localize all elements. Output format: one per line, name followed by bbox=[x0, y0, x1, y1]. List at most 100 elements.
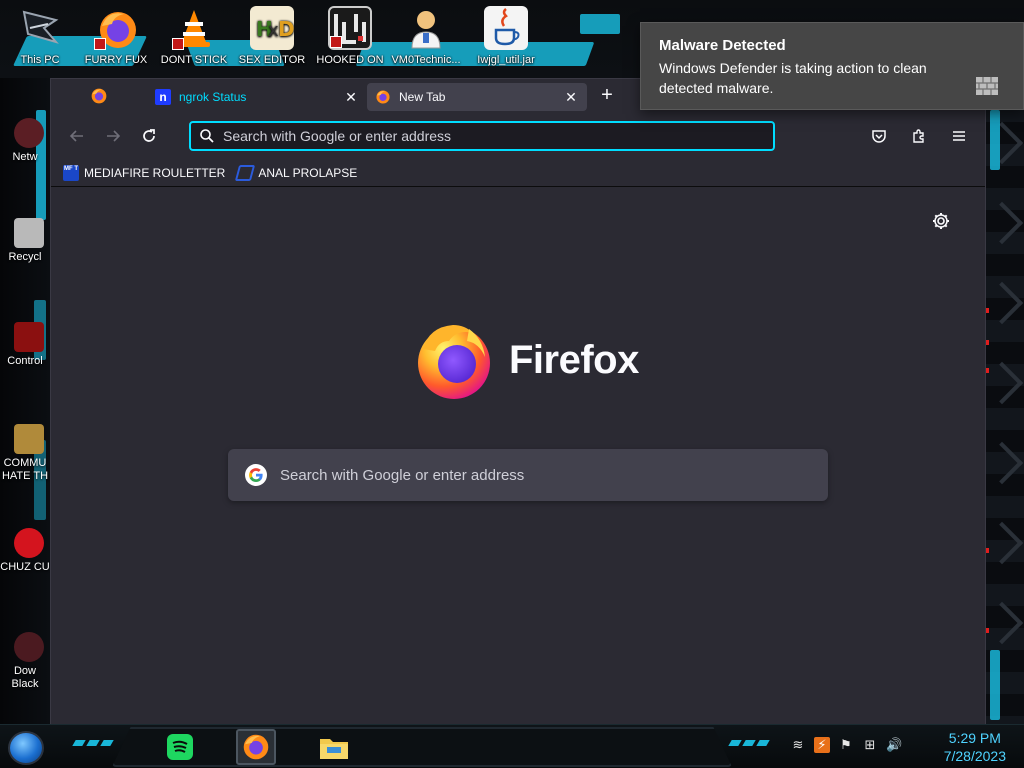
new-tab-search-input[interactable] bbox=[280, 466, 812, 484]
bookmark-label: ANAL PROLAPSE bbox=[258, 165, 358, 180]
arrow-right-icon bbox=[107, 130, 121, 142]
clock-date: 7/28/2023 bbox=[943, 748, 1006, 764]
notification-body: Windows Defender is taking action to cle… bbox=[659, 60, 927, 96]
bookmark-mediafire-rouletter[interactable]: MF T MEDIAFIRE ROULETTER bbox=[63, 164, 225, 181]
desktop-icon-label: Dow Black bbox=[11, 665, 39, 690]
desktop-icon-sex-editor[interactable]: HxD SEX EDITOR bbox=[236, 6, 308, 66]
taskbar: ≋ ⚡ ⚑ ⊞ 🔊 5:29 PM 7/28/2023 bbox=[0, 724, 1024, 768]
google-icon bbox=[245, 464, 267, 486]
control-panel-icon bbox=[14, 322, 44, 352]
desktop-icon-label: This PC bbox=[20, 54, 60, 66]
extensions-button[interactable] bbox=[901, 120, 937, 152]
taskbar-decor-dots bbox=[728, 740, 770, 746]
personalize-button[interactable] bbox=[931, 211, 951, 231]
desktop-icon-label: HOOKED ON bbox=[316, 54, 384, 66]
desktop-icon-download-black[interactable]: Dow Black bbox=[0, 632, 50, 691]
firefox-icon bbox=[91, 88, 107, 104]
action-center-flag-icon[interactable]: ⚑ bbox=[838, 737, 854, 753]
tab-title: ngrok Status bbox=[179, 90, 247, 104]
wallpaper-chevron bbox=[980, 521, 1024, 565]
desktop-icon-this-pc[interactable]: This PC bbox=[4, 6, 76, 66]
firefox-view-button[interactable] bbox=[51, 79, 147, 113]
address-input[interactable] bbox=[223, 128, 765, 144]
firefox-brand: Firefox bbox=[413, 319, 639, 401]
desktop-icon-label: DONT STICK bbox=[160, 54, 228, 66]
desktop-icon-label: Control bbox=[7, 355, 43, 367]
search-icon bbox=[200, 129, 214, 143]
desktop-icon-label: Iwjgl_util.jar bbox=[477, 54, 535, 66]
money-bag-icon bbox=[14, 424, 44, 454]
desktop-icon-label: COMMU HATE TH bbox=[1, 457, 49, 482]
firefox-wordmark: Firefox bbox=[509, 337, 639, 382]
mediafire-icon: MF T bbox=[63, 164, 79, 181]
new-tab-search-box[interactable] bbox=[228, 449, 828, 501]
desktop-icon-vm0technic[interactable]: VM0Technic... bbox=[390, 6, 462, 66]
tab-ngrok-status[interactable]: n ngrok Status ✕ bbox=[147, 83, 367, 111]
desktop-icon-network[interactable]: Netw bbox=[0, 118, 50, 163]
wallpaper-chevron bbox=[980, 601, 1024, 645]
desktop-icon-label: Netw bbox=[12, 151, 38, 163]
shortcut-badge bbox=[94, 38, 106, 50]
taskbar-firefox[interactable] bbox=[236, 729, 276, 765]
firefox-icon bbox=[243, 734, 269, 760]
desktop-icon-label: FURRY FUX bbox=[84, 54, 148, 66]
desktop-icon-recycle-bin[interactable]: Recycl bbox=[0, 218, 50, 263]
volume-icon[interactable]: 🔊 bbox=[886, 737, 902, 753]
doctor-avatar-icon bbox=[404, 6, 448, 50]
app-menu-button[interactable] bbox=[941, 120, 977, 152]
wallpaper-accent bbox=[990, 650, 1000, 720]
back-button[interactable] bbox=[59, 120, 95, 152]
network-icon bbox=[14, 118, 44, 148]
desktop-icon-commu[interactable]: COMMU HATE TH bbox=[0, 424, 50, 483]
taskbar-clock[interactable]: 5:29 PM 7/28/2023 bbox=[944, 729, 1006, 765]
taskbar-file-explorer[interactable] bbox=[314, 729, 354, 765]
desktop-icon-chuz[interactable]: CHUZ CU bbox=[0, 528, 50, 574]
malware-notification[interactable]: Malware Detected Windows Defender is tak… bbox=[640, 22, 1024, 110]
desktop-icon-control-panel[interactable]: Control bbox=[0, 322, 50, 367]
vlc-icon bbox=[172, 6, 216, 50]
tray-overflow-icon[interactable]: ≋ bbox=[790, 737, 806, 753]
bookmarks-toolbar: MF T MEDIAFIRE ROULETTER ANAL PROLAPSE bbox=[51, 159, 985, 187]
desktop-icon-hooked-on[interactable]: HOOKED ON bbox=[314, 6, 386, 66]
firefox-icon bbox=[94, 6, 138, 50]
close-tab-icon[interactable]: ✕ bbox=[563, 89, 579, 105]
firefox-icon bbox=[376, 90, 390, 104]
new-tab-page: Firefox bbox=[51, 187, 985, 725]
reload-button[interactable] bbox=[131, 120, 167, 152]
wallpaper-chevron bbox=[980, 201, 1024, 245]
taskbar-spotify[interactable] bbox=[160, 729, 200, 765]
start-button[interactable] bbox=[8, 731, 44, 765]
java-jar-icon bbox=[484, 6, 528, 50]
download-icon bbox=[14, 632, 44, 662]
new-tab-body: Firefox bbox=[59, 187, 977, 725]
red-mascot-icon bbox=[14, 528, 44, 558]
hamburger-menu-icon bbox=[953, 131, 965, 141]
new-tab-button[interactable]: + bbox=[591, 82, 623, 110]
defender-wall-icon bbox=[976, 77, 998, 95]
tab-new-tab[interactable]: New Tab ✕ bbox=[367, 83, 587, 111]
desktop-icon-lwjgl-util[interactable]: Iwjgl_util.jar bbox=[470, 6, 542, 66]
hxd-editor-icon: HxD bbox=[250, 6, 295, 50]
pocket-button[interactable] bbox=[861, 120, 897, 152]
desktop-icon-label: VM0Technic... bbox=[391, 54, 461, 66]
address-bar[interactable] bbox=[189, 121, 775, 151]
system-tray: ≋ ⚡ ⚑ ⊞ 🔊 bbox=[790, 737, 902, 753]
arrow-left-icon bbox=[69, 130, 83, 142]
desktop-icon-furry-fux[interactable]: FURRY FUX bbox=[80, 6, 152, 66]
toolbar-right-buttons bbox=[861, 120, 977, 152]
network-icon[interactable]: ⊞ bbox=[862, 737, 878, 753]
clock-time: 5:29 PM bbox=[948, 730, 1001, 746]
close-tab-icon[interactable]: ✕ bbox=[343, 89, 359, 105]
pocket-icon bbox=[872, 130, 886, 143]
notification-title: Malware Detected bbox=[659, 37, 786, 54]
puzzle-piece-icon bbox=[913, 129, 924, 143]
spotify-icon bbox=[167, 734, 193, 760]
desktop-icon-label: Recycl bbox=[8, 251, 42, 263]
tray-app-icon[interactable]: ⚡ bbox=[814, 737, 830, 753]
bookmark-glyph-icon bbox=[235, 164, 256, 181]
bookmark-anal-prolapse[interactable]: ANAL PROLAPSE bbox=[235, 164, 358, 181]
svg-text:D: D bbox=[278, 17, 294, 41]
maze-game-icon bbox=[328, 6, 372, 50]
forward-button[interactable] bbox=[95, 120, 131, 152]
desktop-icon-dont-stick[interactable]: DONT STICK bbox=[158, 6, 230, 66]
